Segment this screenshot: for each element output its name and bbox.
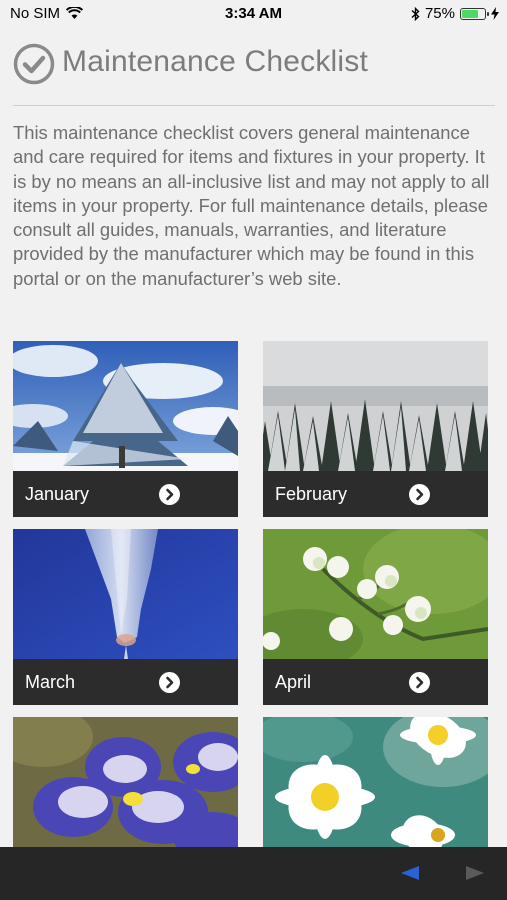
month-label: February — [275, 484, 348, 504]
page-header: Maintenance Checklist — [13, 40, 495, 106]
month-label: March — [25, 672, 76, 692]
checkmark-circle-icon — [13, 43, 55, 85]
month-tile-january[interactable]: January — [13, 341, 238, 517]
page-title: Maintenance Checklist — [62, 45, 369, 78]
month-tile-bar: March — [13, 659, 238, 705]
month-tile-bar: February — [263, 471, 488, 517]
battery-icon — [460, 7, 489, 20]
month-tile-april[interactable]: April — [263, 529, 488, 705]
april-image — [263, 529, 488, 659]
chevron-right-circle-icon[interactable] — [159, 672, 180, 693]
back-arrow-icon[interactable] — [401, 866, 419, 880]
february-image — [263, 341, 488, 471]
battery-fill — [462, 9, 478, 18]
month-tile-bar: April — [263, 659, 488, 705]
chevron-right-circle-icon[interactable] — [409, 484, 430, 505]
intro-text: This maintenance checklist covers genera… — [13, 122, 490, 289]
chevron-right-circle-icon[interactable] — [159, 484, 180, 505]
chevron-right-circle-icon[interactable] — [409, 672, 430, 693]
battery-percent: 75% — [424, 5, 455, 22]
january-image — [13, 341, 238, 471]
march-image — [13, 529, 238, 659]
month-label: January — [25, 484, 90, 504]
month-tile-february[interactable]: February — [263, 341, 488, 517]
june-image — [263, 717, 488, 847]
status-bar: No SIM 3:34 AM 75% — [0, 0, 507, 28]
forward-arrow-icon[interactable] — [466, 866, 484, 880]
month-tile-march[interactable]: March — [13, 529, 238, 705]
status-right: 75% — [411, 5, 499, 22]
bluetooth-icon — [411, 6, 420, 21]
charging-icon — [491, 7, 499, 20]
month-tile-bar: January — [13, 471, 238, 517]
bottom-nav-bar — [0, 847, 507, 900]
month-label: April — [275, 672, 312, 692]
may-image — [13, 717, 238, 847]
